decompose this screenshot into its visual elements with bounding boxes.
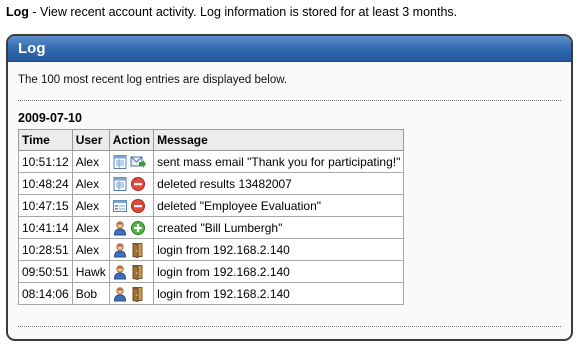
- door-icon: [130, 264, 146, 280]
- door-icon: [130, 286, 146, 302]
- cell-user: Alex: [71, 172, 110, 195]
- cell-action: [108, 172, 155, 195]
- cell-message: login from 192.168.2.140: [153, 282, 405, 305]
- cell-message: sent mass email "Thank you for participa…: [153, 150, 405, 173]
- cell-user: Alex: [71, 150, 110, 173]
- email-send-icon: [130, 154, 146, 170]
- user-icon: [112, 220, 128, 236]
- log-date: 2009-07-10: [18, 111, 82, 125]
- report-icon: [112, 154, 128, 170]
- delete-icon: [130, 176, 146, 192]
- log-panel: Log The 100 most recent log entries are …: [6, 34, 573, 341]
- delete-icon: [130, 198, 146, 214]
- column-header-time: Time: [18, 129, 73, 151]
- table-row: 09:50:51 Hawk login from 192.168.2.140: [18, 260, 405, 283]
- table-row: 10:47:15 Alex deleted "Employee Evaluati…: [18, 194, 405, 217]
- cell-time: 10:47:15: [18, 194, 73, 217]
- cell-time: 09:50:51: [18, 260, 73, 283]
- cell-time: 10:48:24: [18, 172, 73, 195]
- column-header-message: Message: [153, 129, 405, 151]
- add-icon: [130, 220, 146, 236]
- cell-message: login from 192.168.2.140: [153, 260, 405, 283]
- cell-user: Alex: [71, 216, 110, 239]
- column-header-action: Action: [108, 129, 155, 151]
- cell-message: created "Bill Lumbergh": [153, 216, 405, 239]
- panel-description: The 100 most recent log entries are disp…: [18, 74, 288, 86]
- cell-user: Bob: [71, 282, 110, 305]
- footer-divider: [18, 326, 561, 327]
- user-icon: [112, 264, 128, 280]
- table-row: 10:51:12 Alex sent mass email "Thank you…: [18, 150, 405, 173]
- report-icon: [112, 176, 128, 192]
- cell-message: login from 192.168.2.140: [153, 238, 405, 261]
- cell-time: 10:41:14: [18, 216, 73, 239]
- cell-user: Hawk: [71, 260, 110, 283]
- log-table-header: Time User Action Message: [18, 129, 405, 151]
- log-table: Time User Action Message 10:51:12 Alex s…: [18, 129, 405, 305]
- cell-time: 08:14:06: [18, 282, 73, 305]
- intro-title: Log: [6, 5, 29, 19]
- cell-user: Alex: [71, 238, 110, 261]
- intro-text: - View recent account activity. Log info…: [28, 5, 458, 19]
- intro-line: Log - View recent account activity. Log …: [6, 5, 457, 19]
- table-row: 08:14:06 Bob login from 192.168.2.140: [18, 282, 405, 305]
- form-icon: [112, 198, 128, 214]
- cell-message: deleted "Employee Evaluation": [153, 194, 405, 217]
- column-header-user: User: [71, 129, 110, 151]
- table-row: 10:48:24 Alex deleted results 13482007: [18, 172, 405, 195]
- table-row: 10:41:14 Alex created "Bill Lumbergh": [18, 216, 405, 239]
- cell-action: [108, 282, 155, 305]
- door-icon: [130, 242, 146, 258]
- cell-action: [108, 260, 155, 283]
- divider: [18, 100, 561, 101]
- cell-message: deleted results 13482007: [153, 172, 405, 195]
- cell-action: [108, 238, 155, 261]
- cell-time: 10:51:12: [18, 150, 73, 173]
- cell-action: [108, 194, 155, 217]
- cell-action: [108, 150, 155, 173]
- panel-title: Log: [8, 36, 571, 62]
- user-icon: [112, 242, 128, 258]
- user-icon: [112, 286, 128, 302]
- cell-action: [108, 216, 155, 239]
- cell-user: Alex: [71, 194, 110, 217]
- table-row: 10:28:51 Alex login from 192.168.2.140: [18, 238, 405, 261]
- cell-time: 10:28:51: [18, 238, 73, 261]
